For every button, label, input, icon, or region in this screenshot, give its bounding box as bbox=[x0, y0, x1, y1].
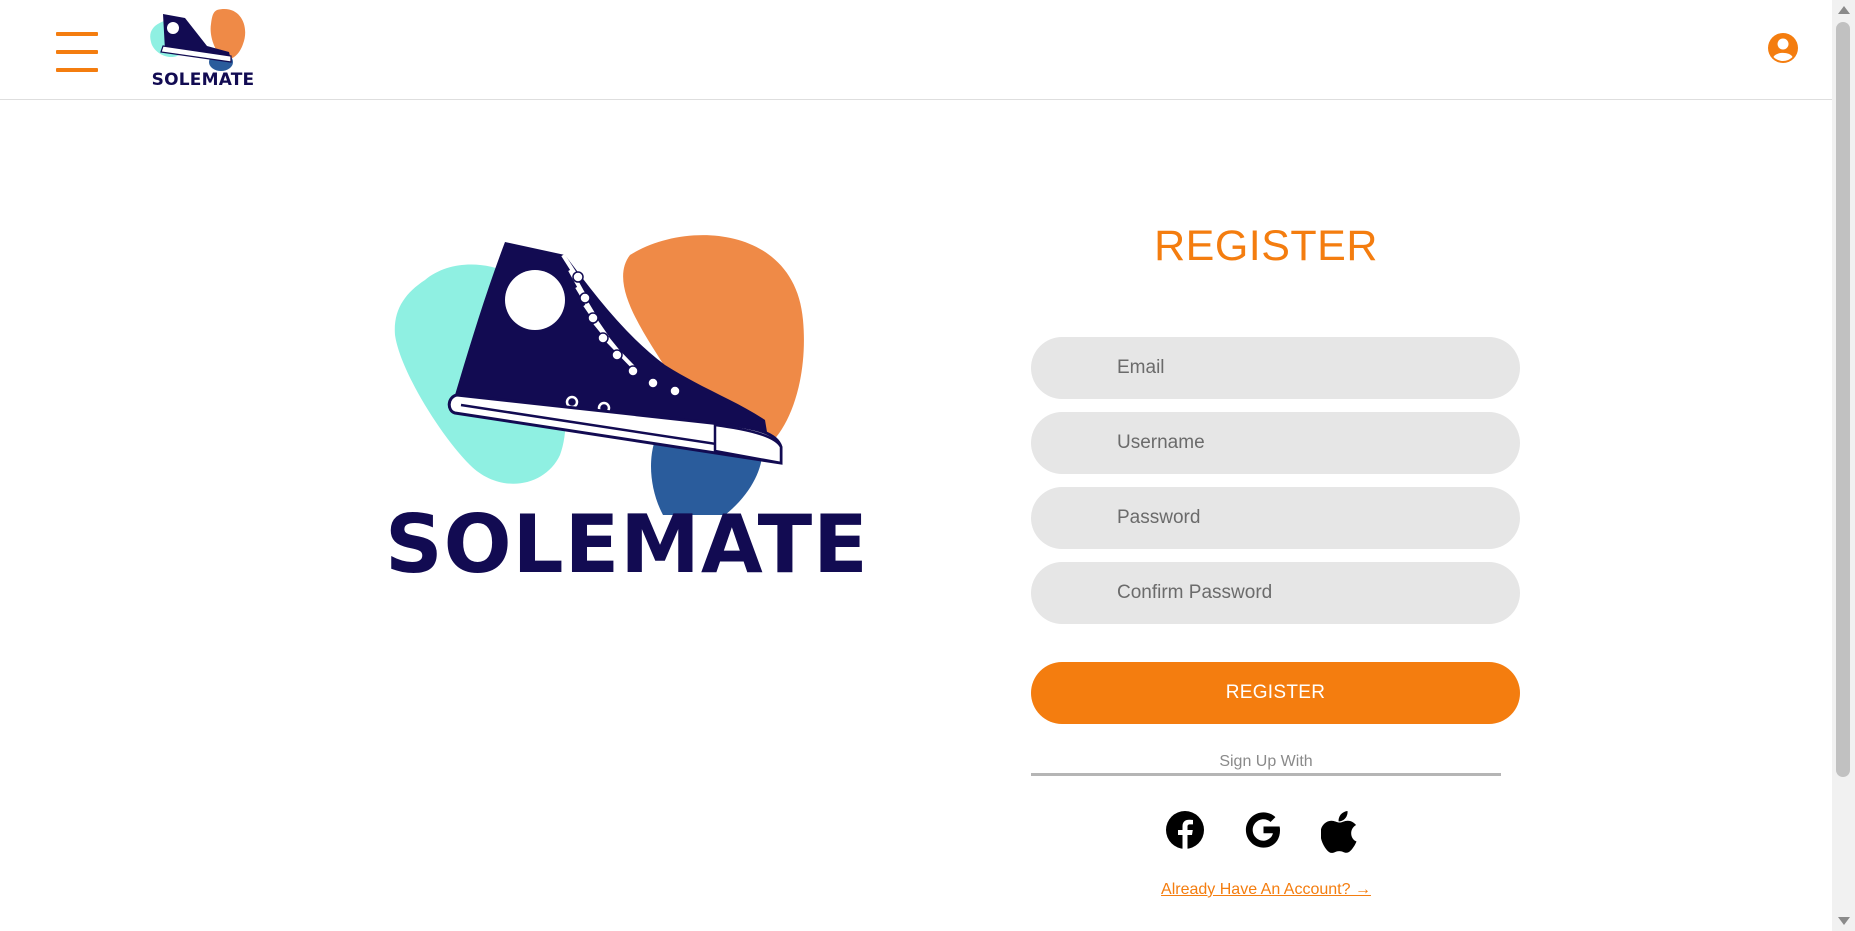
form-title: REGISTER bbox=[1154, 222, 1378, 270]
already-have-account-link[interactable]: Already Have An Account? → bbox=[1031, 881, 1501, 899]
header-brand-name: SOLEMATE bbox=[151, 70, 255, 90]
scroll-down-arrow-icon[interactable] bbox=[1838, 917, 1850, 925]
scrollbar-thumb[interactable] bbox=[1836, 22, 1850, 777]
scroll-up-arrow-icon[interactable] bbox=[1838, 6, 1850, 14]
hero-logo: SOLEMATE bbox=[385, 225, 869, 595]
top-navbar: SOLEMATE bbox=[0, 0, 1832, 100]
hero-brand-name: SOLEMATE bbox=[385, 498, 869, 591]
vertical-scrollbar[interactable] bbox=[1832, 0, 1855, 931]
sneaker-illustration-icon bbox=[394, 235, 804, 515]
confirm-password-field[interactable] bbox=[1031, 562, 1520, 624]
sneaker-logo-icon bbox=[150, 8, 246, 71]
email-field[interactable] bbox=[1031, 337, 1520, 399]
password-field[interactable] bbox=[1031, 487, 1520, 549]
user-circle-icon[interactable] bbox=[1767, 32, 1799, 64]
apple-icon[interactable] bbox=[1320, 810, 1361, 853]
header-logo[interactable]: SOLEMATE bbox=[145, 6, 260, 94]
register-button[interactable]: REGISTER bbox=[1031, 662, 1520, 724]
hamburger-menu-icon[interactable] bbox=[56, 32, 98, 72]
username-field[interactable] bbox=[1031, 412, 1520, 474]
google-icon[interactable] bbox=[1243, 810, 1283, 850]
divider bbox=[1031, 773, 1501, 776]
signup-with-label: Sign Up With bbox=[1219, 753, 1313, 770]
facebook-icon[interactable] bbox=[1165, 810, 1205, 850]
